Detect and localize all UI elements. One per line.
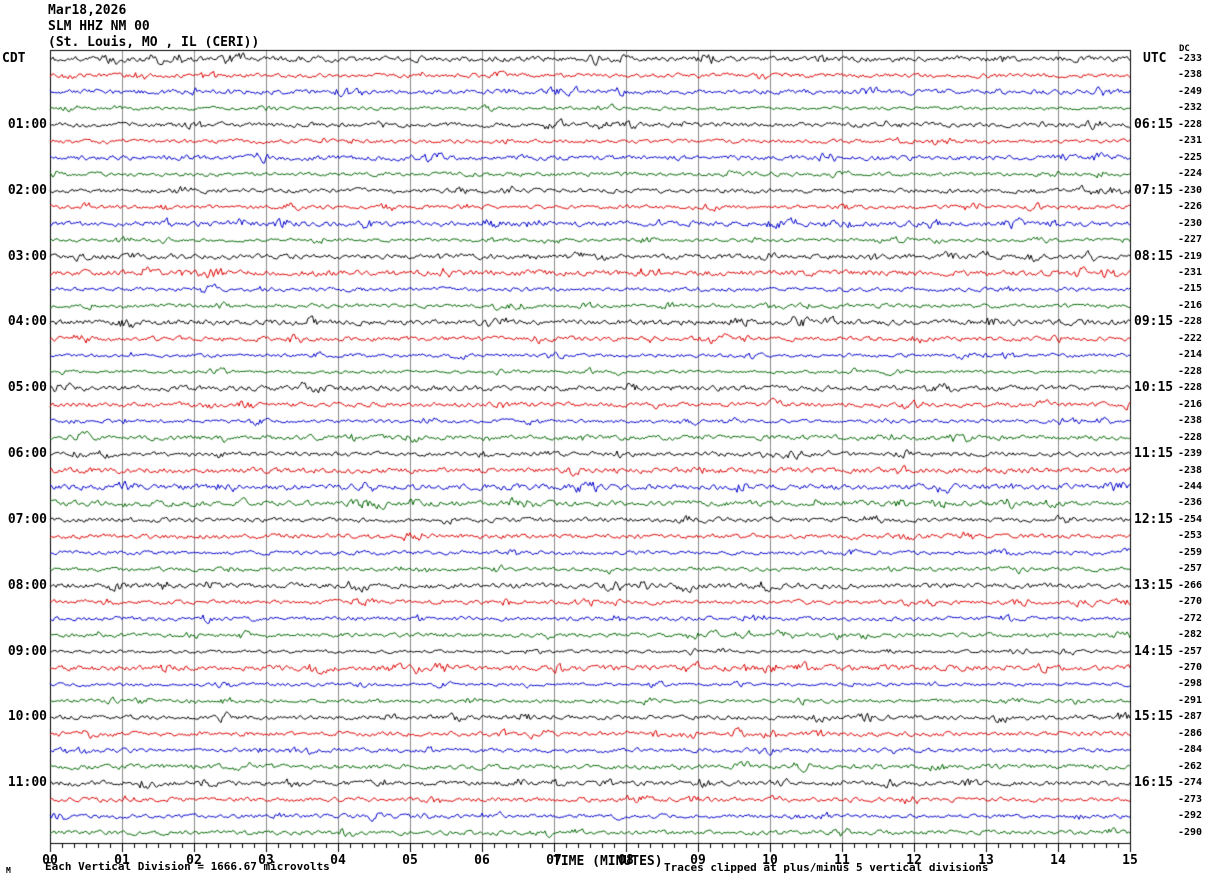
dc-value: -238	[1178, 464, 1203, 476]
dc-value: -244	[1178, 480, 1203, 492]
dc-value: -282	[1178, 629, 1203, 641]
dc-value: -230	[1178, 217, 1203, 229]
x-axis-title: TIME (MINUTES)	[553, 854, 663, 869]
dc-value: -214	[1178, 349, 1203, 361]
dc-value: -284	[1178, 744, 1203, 756]
dc-value: -290	[1178, 826, 1203, 838]
left-time-label: 02:00	[7, 182, 47, 198]
dc-value: -274	[1178, 777, 1203, 789]
dc-value: -249	[1178, 85, 1203, 97]
dc-value: -254	[1178, 513, 1203, 525]
scale-note: Each Vertical Division = 1666.67 microvo…	[45, 860, 330, 873]
dc-value: -266	[1178, 579, 1203, 591]
dc-value: -224	[1178, 168, 1203, 180]
dc-value: -228	[1178, 382, 1203, 394]
dc-value: -228	[1178, 316, 1203, 328]
dc-value: -233	[1178, 53, 1203, 64]
dc-value: -216	[1178, 299, 1203, 311]
dc-value: -232	[1178, 102, 1203, 114]
dc-value: -228	[1178, 118, 1203, 130]
x-tick-label: 14	[1050, 853, 1066, 868]
dc-value: -216	[1178, 398, 1203, 410]
dc-value: -215	[1178, 283, 1203, 295]
dc-value: -227	[1178, 234, 1203, 246]
dc-value: -257	[1178, 645, 1203, 657]
helicorder-page: { "title": { "date": "Mar18,2026", "stat…	[0, 0, 1210, 886]
dc-value: -219	[1178, 250, 1203, 262]
x-tick-label: 15	[1122, 853, 1138, 868]
right-timezone-label: UTC	[1143, 51, 1167, 66]
dc-value: -292	[1178, 810, 1203, 822]
dc-value: -231	[1178, 135, 1203, 147]
dc-value: -225	[1178, 151, 1203, 163]
left-time-label: 06:00	[7, 446, 47, 462]
dc-value: -270	[1178, 596, 1203, 608]
left-time-label: 09:00	[7, 643, 47, 659]
seismogram-plot-canvas	[0, 0, 1210, 886]
title-date: Mar18,2026	[48, 3, 127, 18]
dc-value: -259	[1178, 546, 1203, 558]
left-time-label: 04:00	[7, 314, 47, 330]
left-time-label: 10:00	[7, 709, 47, 725]
dc-value: -230	[1178, 184, 1203, 196]
dc-value: -272	[1178, 612, 1203, 624]
x-tick-label: 06	[474, 853, 490, 868]
title-location: (St. Louis, MO , IL (CERI))	[48, 35, 260, 50]
dc-value: -228	[1178, 431, 1203, 443]
dc-value: -262	[1178, 760, 1203, 772]
dc-value: -238	[1178, 415, 1203, 427]
dc-value: -238	[1178, 69, 1203, 81]
dc-value: -253	[1178, 530, 1203, 542]
left-time-label: 05:00	[7, 380, 47, 396]
left-time-label: 03:00	[7, 248, 47, 264]
left-time-label: 01:00	[7, 116, 47, 132]
title-station: SLM HHZ NM 00	[48, 19, 150, 34]
dc-value: -239	[1178, 448, 1203, 460]
dc-value: -270	[1178, 662, 1203, 674]
dc-value: -291	[1178, 694, 1203, 706]
dc-value: -236	[1178, 497, 1203, 509]
x-tick-label: 05	[402, 853, 418, 868]
dc-value: -286	[1178, 727, 1203, 739]
left-time-label: 08:00	[7, 577, 47, 593]
dc-value: -228	[1178, 365, 1203, 377]
dc-value: -273	[1178, 793, 1203, 805]
dc-value: -222	[1178, 332, 1203, 344]
dc-value: -226	[1178, 201, 1203, 213]
left-time-label: 11:00	[7, 775, 47, 791]
dc-value: -298	[1178, 678, 1203, 690]
watermark-mark: M	[6, 866, 11, 875]
left-timezone-label: CDT	[2, 51, 26, 66]
clip-note: Traces clipped at plus/minus 5 vertical …	[664, 861, 989, 874]
dc-value: -257	[1178, 563, 1203, 575]
left-time-label: 07:00	[7, 511, 47, 527]
dc-value: -287	[1178, 711, 1203, 723]
dc-value: -231	[1178, 266, 1203, 278]
